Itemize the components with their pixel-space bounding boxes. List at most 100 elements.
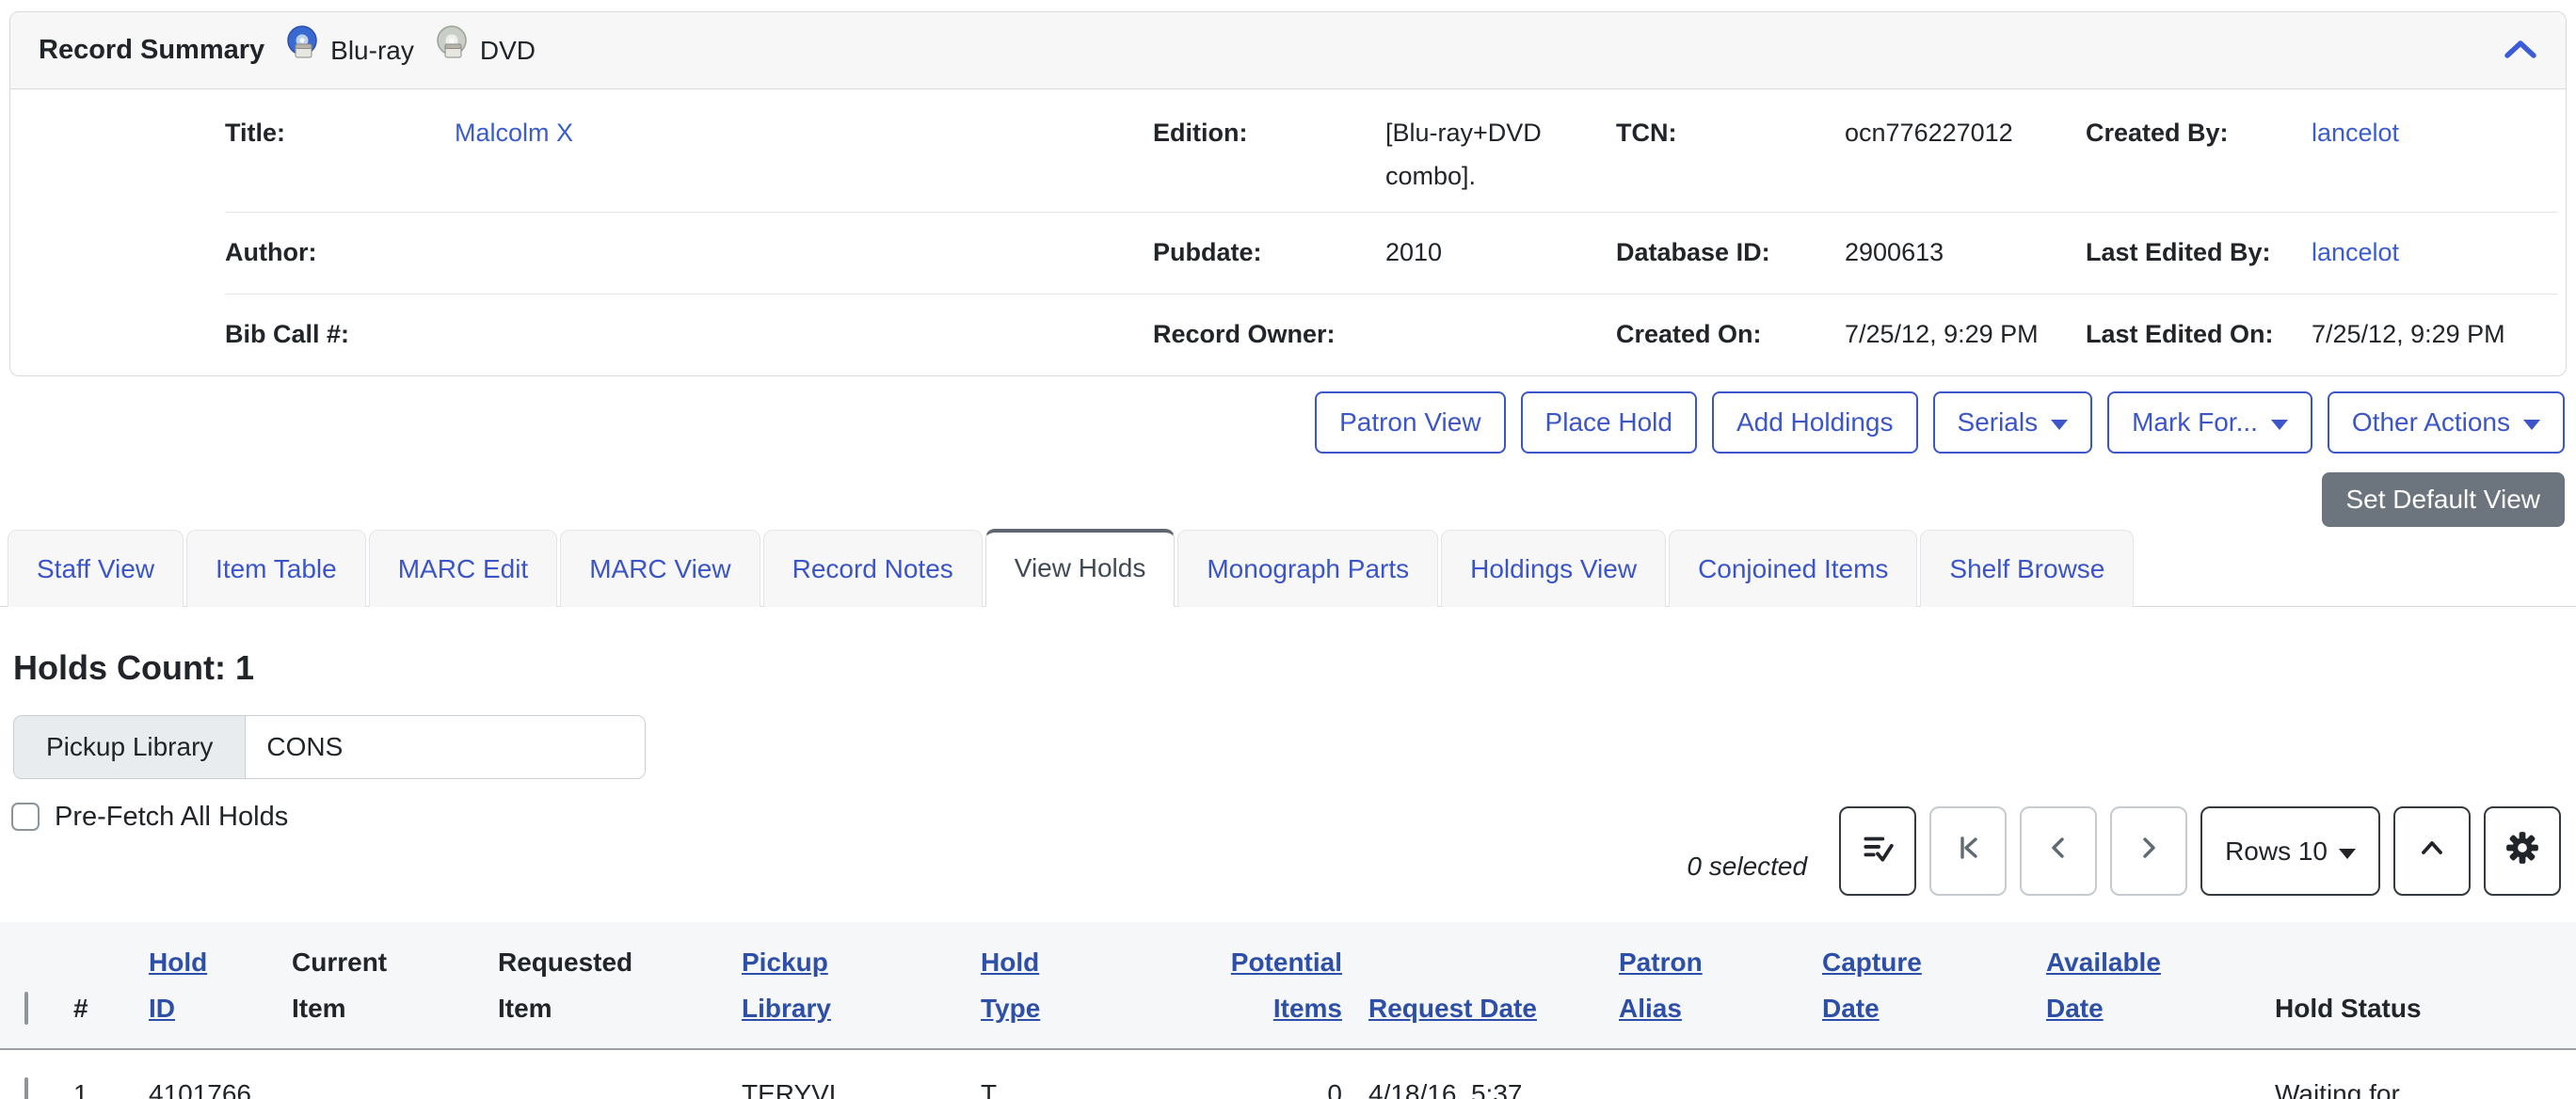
chevron-left-icon <box>2041 831 2075 871</box>
tab-holdings-view[interactable]: Holdings View <box>1441 530 1666 608</box>
field-value-record-owner <box>1385 313 1616 357</box>
chevron-up-icon <box>2504 48 2537 62</box>
cell-hold-type: T <box>968 1049 1131 1099</box>
tab-view-holds[interactable]: View Holds <box>985 529 1176 608</box>
first-page-icon <box>1951 831 1985 871</box>
col-request-date[interactable]: Request Date <box>1355 922 1606 1049</box>
format-badge-dvd: DVD <box>433 24 536 76</box>
holds-grid: # Hold ID Current Item Requested Item Pi… <box>0 922 2576 1099</box>
cell-hold-id: 4101766 <box>136 1049 279 1099</box>
serials-dropdown-button[interactable]: Serials <box>1933 391 2093 454</box>
chevron-right-icon <box>2132 831 2166 871</box>
record-actions-row: Patron View Place Hold Add Holdings Seri… <box>11 391 2565 454</box>
field-value-created-on: 7/25/12, 9:29 PM <box>1845 313 2086 357</box>
field-value-database-id: 2900613 <box>1845 231 2086 275</box>
field-value-tcn: ocn776227012 <box>1845 112 2086 199</box>
record-fields-row-1: Title: Malcolm X Edition: [Blu-ray+DVD c… <box>225 89 2558 213</box>
caret-down-icon <box>2271 420 2288 430</box>
scroll-top-button[interactable] <box>2393 806 2471 896</box>
first-page-button[interactable] <box>1929 806 2007 896</box>
field-label-edition: Edition: <box>1153 112 1385 199</box>
field-value-title-link[interactable]: Malcolm X <box>455 112 1153 199</box>
record-tabs: Staff View Item Table MARC Edit MARC Vie… <box>0 529 2576 607</box>
field-value-author <box>455 231 1153 275</box>
row-actions-button[interactable] <box>1839 806 1916 896</box>
record-fields-row-3: Bib Call #: Record Owner: Created On: 7/… <box>225 295 2558 375</box>
cell-row-number: 1 <box>60 1049 136 1099</box>
col-hold-id[interactable]: Hold ID <box>136 922 279 1049</box>
grid-settings-button[interactable] <box>2484 806 2561 896</box>
field-label-title: Title: <box>225 112 455 199</box>
next-page-button[interactable] <box>2110 806 2187 896</box>
col-available-date[interactable]: Available Date <box>2033 922 2262 1049</box>
bluray-disc-icon <box>283 24 321 76</box>
tab-conjoined-items[interactable]: Conjoined Items <box>1669 530 1917 608</box>
hold-row[interactable]: 1 4101766 TERYVL T 0 4/18/16, 5:37 PM Wa… <box>0 1049 2576 1099</box>
cell-request-date: 4/18/16, 5:37 PM <box>1355 1049 1606 1099</box>
field-value-last-edited-by-link[interactable]: lancelot <box>2312 231 2558 275</box>
field-value-last-edited-on: 7/25/12, 9:29 PM <box>2312 313 2558 357</box>
tab-marc-edit[interactable]: MARC Edit <box>369 530 557 608</box>
tab-monograph-parts[interactable]: Monograph Parts <box>1177 530 1438 608</box>
grid-toolbar: 0 selected Rows 10 <box>0 806 2561 896</box>
chevron-up-icon <box>2415 831 2449 871</box>
record-summary-card: Record Summary Blu-ray <box>9 11 2567 376</box>
field-label-database-id: Database ID: <box>1616 231 1845 275</box>
caret-down-icon <box>2339 849 2356 859</box>
col-requested-item: Requested Item <box>485 922 728 1049</box>
select-all-checkbox[interactable] <box>24 992 28 1025</box>
grid-header-row: # Hold ID Current Item Requested Item Pi… <box>0 922 2576 1049</box>
rows-per-page-dropdown[interactable]: Rows 10 <box>2200 806 2380 896</box>
field-value-edition: [Blu-ray+DVD combo]. <box>1385 112 1616 199</box>
col-row-number: # <box>60 922 136 1049</box>
other-actions-dropdown-button[interactable]: Other Actions <box>2328 391 2565 454</box>
set-default-view-button[interactable]: Set Default View <box>2322 472 2566 527</box>
field-label-created-on: Created On: <box>1616 313 1845 357</box>
record-fields-row-2: Author: Pubdate: 2010 Database ID: 29006… <box>225 213 2558 295</box>
col-hold-status: Hold Status <box>2262 922 2576 1049</box>
patron-view-button[interactable]: Patron View <box>1315 391 1505 454</box>
field-value-created-by-link[interactable]: lancelot <box>2312 112 2558 199</box>
place-hold-button[interactable]: Place Hold <box>1521 391 1697 454</box>
tab-staff-view[interactable]: Staff View <box>8 530 184 608</box>
col-capture-date[interactable]: Capture Date <box>1809 922 2033 1049</box>
col-potential-items[interactable]: Potential Items <box>1131 922 1355 1049</box>
prev-page-button[interactable] <box>2020 806 2097 896</box>
field-label-record-owner: Record Owner: <box>1153 313 1385 357</box>
row-select-checkbox[interactable] <box>24 1077 28 1099</box>
cell-potential-items: 0 <box>1131 1049 1355 1099</box>
caret-down-icon <box>2523 420 2540 430</box>
field-value-pubdate: 2010 <box>1385 231 1616 275</box>
add-holdings-button[interactable]: Add Holdings <box>1712 391 1918 454</box>
tab-shelf-browse[interactable]: Shelf Browse <box>1920 530 2134 608</box>
prefetch-label: Pre-Fetch All Holds <box>55 794 288 840</box>
record-summary-title: Record Summary <box>39 27 264 73</box>
prefetch-checkbox[interactable] <box>11 803 40 831</box>
holds-count-heading: Holds Count: 1 <box>13 639 2576 696</box>
default-view-row: Set Default View <box>11 472 2565 527</box>
tab-marc-view[interactable]: MARC View <box>560 530 760 608</box>
pickup-library-input[interactable] <box>245 715 646 779</box>
col-patron-alias[interactable]: Patron Alias <box>1606 922 1809 1049</box>
collapse-summary-button[interactable] <box>2504 39 2537 62</box>
dvd-disc-icon <box>433 24 471 76</box>
format-badge-dvd-label: DVD <box>480 28 536 73</box>
format-badge-bluray-label: Blu-ray <box>330 28 414 73</box>
tab-item-table[interactable]: Item Table <box>186 530 366 608</box>
col-hold-type[interactable]: Hold Type <box>968 922 1131 1049</box>
cell-current-item <box>279 1049 485 1099</box>
tab-record-notes[interactable]: Record Notes <box>763 530 983 608</box>
record-summary-header: Record Summary Blu-ray <box>10 12 2566 89</box>
mark-for-dropdown-button[interactable]: Mark For... <box>2107 391 2312 454</box>
col-pickup-library[interactable]: Pickup Library <box>728 922 968 1049</box>
field-label-created-by: Created By: <box>2086 112 2312 199</box>
pickup-library-group: Pickup Library <box>13 715 646 779</box>
cell-pickup-library: TERYVL <box>728 1049 968 1099</box>
field-label-pubdate: Pubdate: <box>1153 231 1385 275</box>
cell-capture-date <box>1809 1049 2033 1099</box>
cell-hold-status: Waiting for Item <box>2262 1049 2576 1099</box>
selected-count-label: 0 selected <box>1687 844 1807 897</box>
field-label-tcn: TCN: <box>1616 112 1845 199</box>
pickup-library-label: Pickup Library <box>13 715 245 779</box>
cell-patron-alias <box>1606 1049 1809 1099</box>
